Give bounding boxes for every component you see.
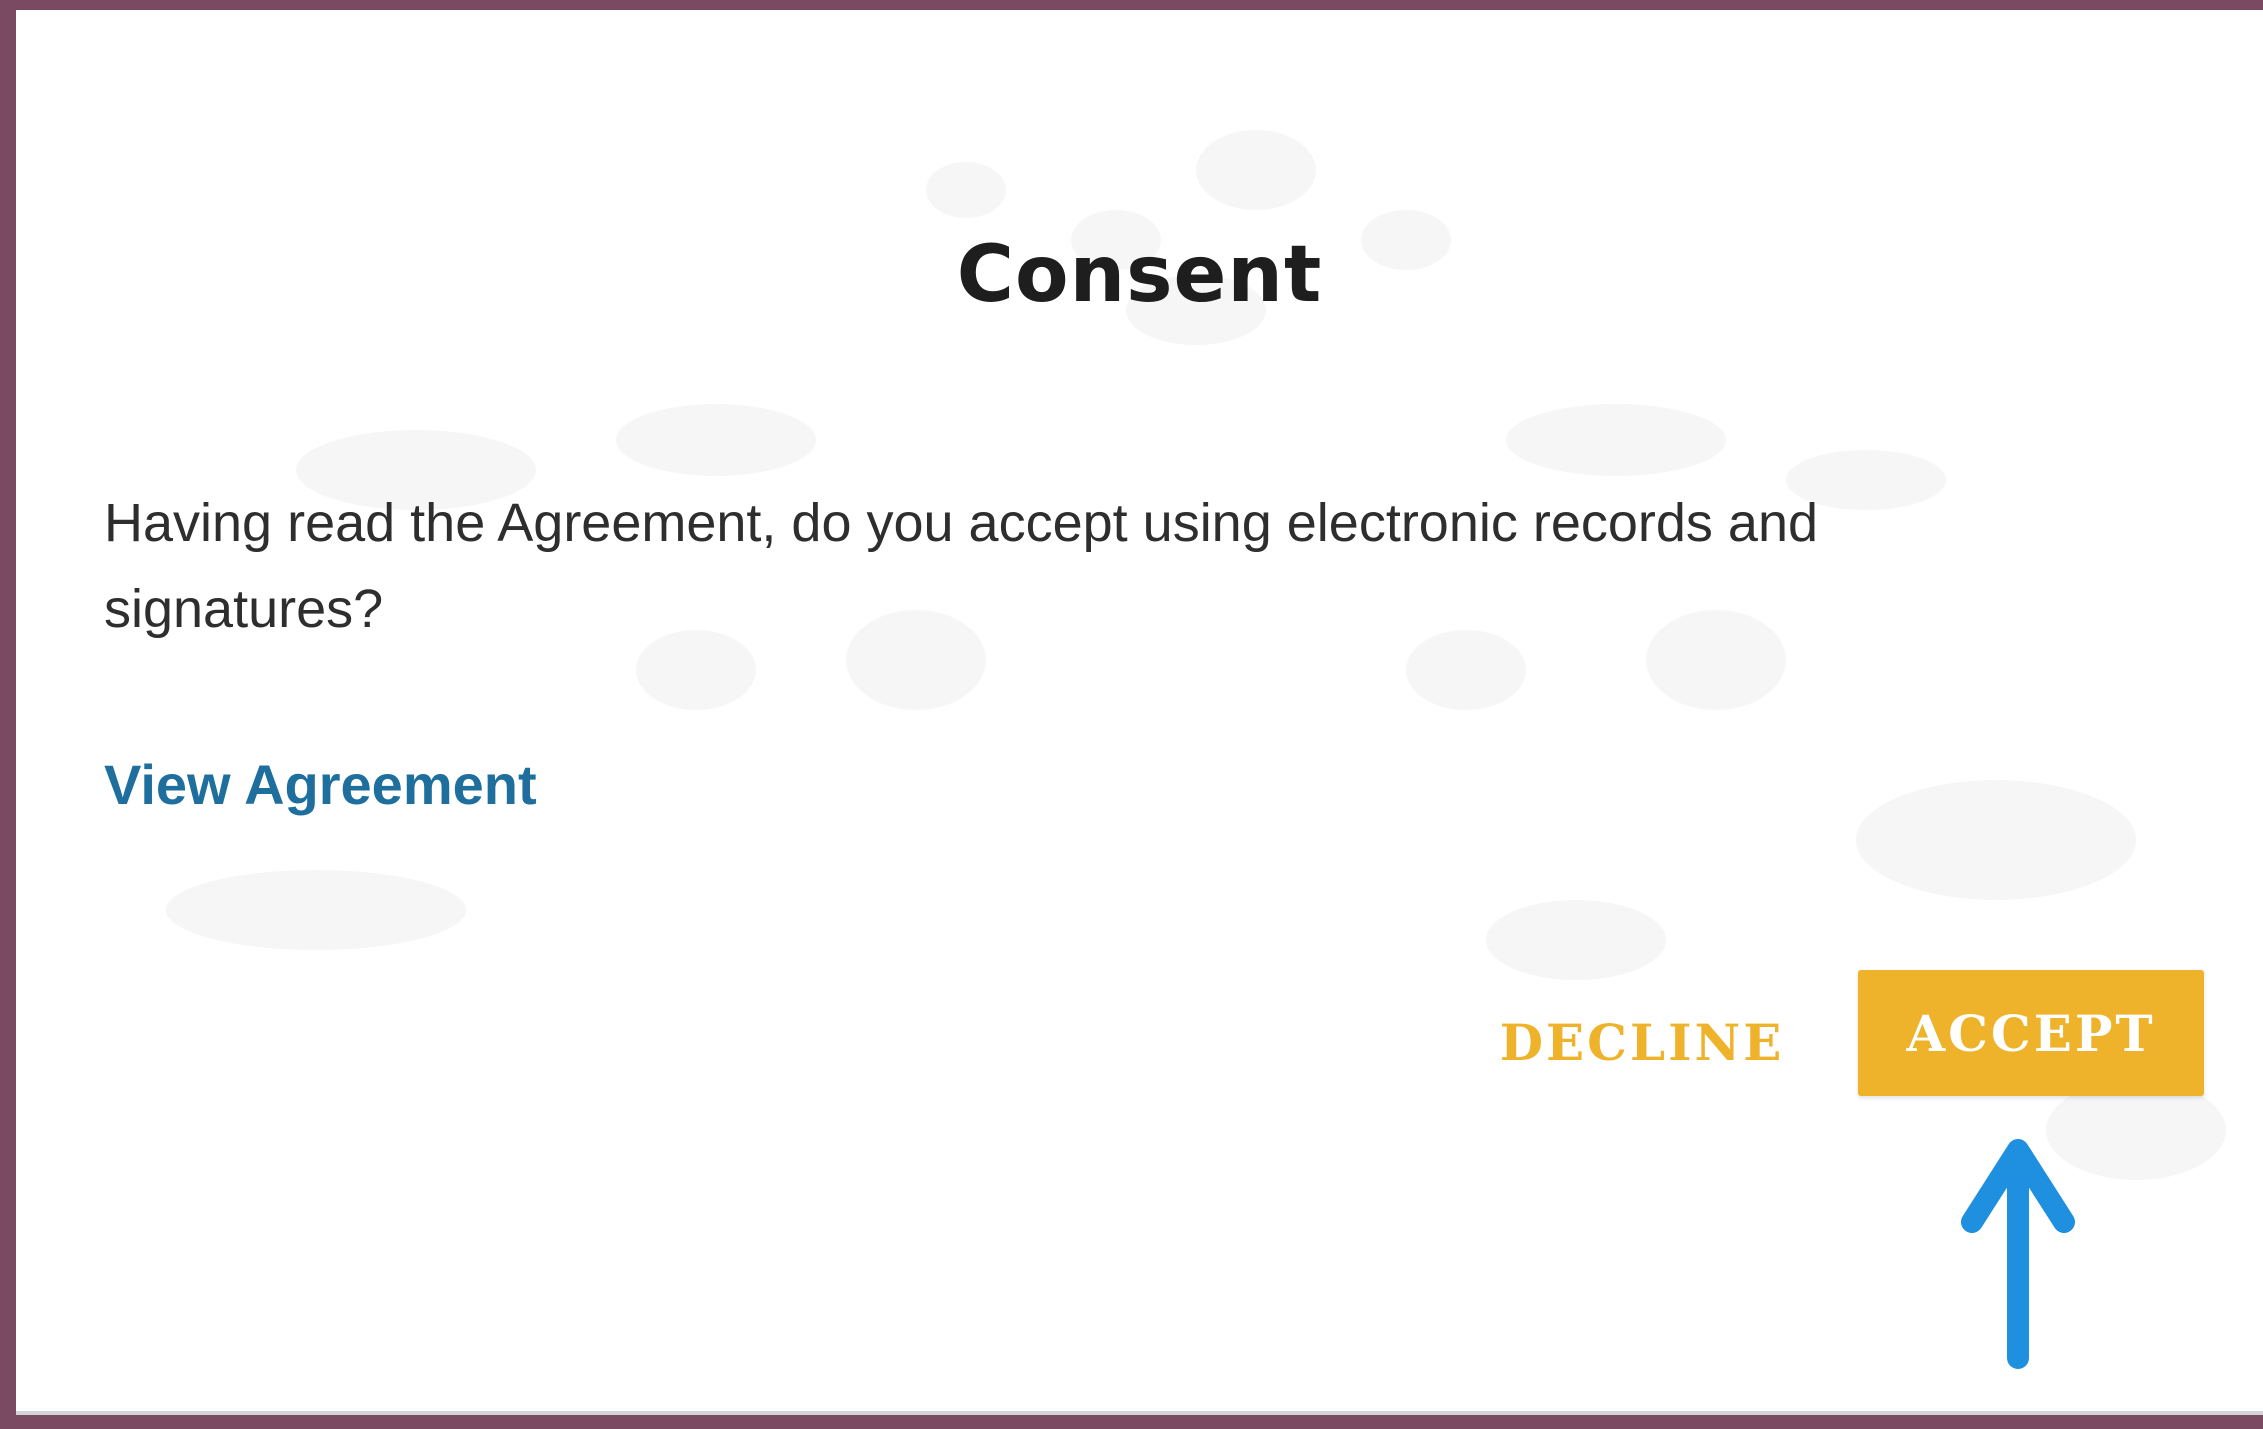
- view-agreement-link[interactable]: View Agreement: [104, 752, 537, 817]
- dialog-title: Consent: [956, 230, 1323, 320]
- arrow-up-icon: [1961, 1139, 2075, 1369]
- accept-button[interactable]: ACCEPT: [1858, 970, 2204, 1096]
- decline-button[interactable]: DECLINE: [1492, 980, 1792, 1104]
- background-watermark: [166, 130, 2226, 1180]
- consent-message: Having read the Agreement, do you accept…: [104, 493, 1819, 639]
- consent-dialog: Consent Having read the Agreement, do yo…: [16, 10, 2263, 1415]
